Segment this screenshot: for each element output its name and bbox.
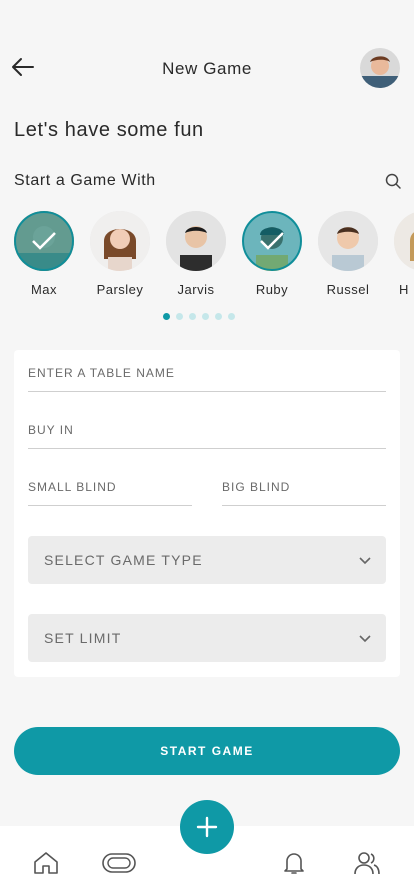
carousel-pagination (163, 313, 235, 321)
buy-in-field[interactable] (28, 423, 386, 449)
table-icon (102, 853, 136, 873)
selected-check (14, 211, 74, 271)
chevron-down-icon (359, 557, 371, 565)
player-max[interactable]: Max (14, 211, 74, 297)
game-form: SELECT GAME TYPE SET LIMIT (14, 350, 400, 677)
nav-friends[interactable] (352, 848, 382, 878)
chevron-down-icon (359, 635, 371, 643)
profile-avatar[interactable] (360, 48, 400, 88)
pagination-dot[interactable] (228, 313, 235, 320)
players-section-label: Start a Game With (14, 172, 156, 189)
buy-in-input[interactable] (28, 423, 386, 437)
search-icon (385, 173, 401, 189)
player-h[interactable]: H (394, 211, 414, 297)
add-button[interactable] (180, 800, 234, 854)
game-type-label: SELECT GAME TYPE (44, 552, 203, 568)
players-carousel[interactable]: Max Parsley Jarvis Ruby Russel H (14, 211, 414, 303)
plus-icon (196, 816, 218, 838)
avatar (14, 211, 74, 271)
nav-home[interactable] (31, 848, 61, 878)
pagination-dot[interactable] (176, 313, 183, 320)
player-ruby[interactable]: Ruby (242, 211, 302, 297)
player-name: Russel (326, 282, 370, 297)
table-name-input[interactable] (28, 366, 386, 380)
nav-tables[interactable] (101, 848, 137, 878)
avatar (90, 211, 150, 271)
page-title: New Game (162, 59, 252, 78)
pagination-dot[interactable] (163, 313, 170, 320)
small-blind-field[interactable] (28, 480, 192, 506)
bell-icon (284, 853, 304, 874)
users-icon (354, 852, 380, 875)
header: New Game (0, 40, 414, 96)
avatar (166, 211, 226, 271)
avatar (318, 211, 378, 271)
player-russel[interactable]: Russel (318, 211, 378, 297)
small-blind-input[interactable] (28, 480, 192, 494)
avatar (394, 211, 414, 271)
game-type-select[interactable]: SELECT GAME TYPE (28, 536, 386, 584)
big-blind-field[interactable] (222, 480, 386, 506)
pagination-dot[interactable] (189, 313, 196, 320)
player-parsley[interactable]: Parsley (90, 211, 150, 297)
pagination-dot[interactable] (215, 313, 222, 320)
limit-label: SET LIMIT (44, 630, 122, 646)
user-avatar-icon (360, 48, 400, 88)
search-button[interactable] (384, 172, 404, 192)
check-icon (260, 232, 284, 250)
home-icon (34, 852, 58, 874)
player-name: Ruby (255, 282, 289, 297)
player-name: Max (30, 282, 58, 297)
selected-check (242, 211, 302, 271)
table-name-field[interactable] (28, 366, 386, 392)
limit-select[interactable]: SET LIMIT (28, 614, 386, 662)
player-name: H (399, 282, 409, 297)
check-icon (32, 232, 56, 250)
big-blind-input[interactable] (222, 480, 386, 494)
player-jarvis[interactable]: Jarvis (166, 211, 226, 297)
start-game-button[interactable]: START GAME (14, 727, 400, 775)
player-name: Parsley (96, 282, 144, 297)
pagination-dot[interactable] (202, 313, 209, 320)
page-headline: Let's have some fun (14, 119, 204, 141)
avatar (242, 211, 302, 271)
player-name: Jarvis (177, 282, 215, 297)
nav-notifications[interactable] (279, 848, 309, 878)
